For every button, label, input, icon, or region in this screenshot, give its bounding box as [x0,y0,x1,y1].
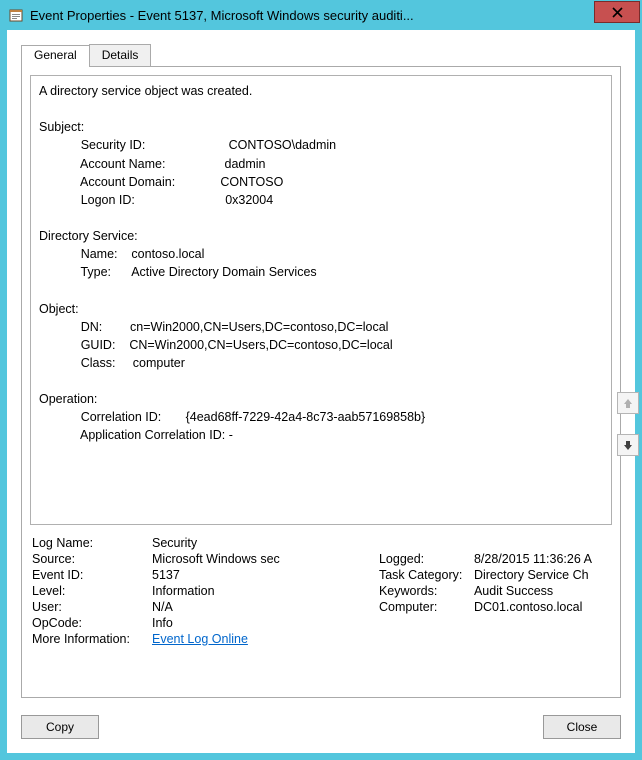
arrow-up-icon [622,397,634,409]
prev-event-button[interactable] [617,392,639,414]
user-value: N/A [150,599,377,615]
close-icon [612,7,623,18]
tab-page-general: A directory service object was created. … [21,66,621,698]
arrow-down-icon [622,439,634,451]
ds-name-label: Name: [81,247,118,261]
ds-type-value: Active Directory Domain Services [131,265,316,279]
desc-op-header: Operation: [39,390,603,408]
client-area: General Details A directory service obje… [7,30,635,753]
desc-ds-header: Directory Service: [39,227,603,245]
event-props-grid: Log Name: Security Source: Microsoft Win… [30,535,612,647]
taskcat-label: Task Category: [377,567,472,583]
obj-class-value: computer [133,356,185,370]
source-label: Source: [30,551,150,567]
app-icon [8,7,24,23]
keywords-value: Audit Success [472,583,612,599]
logname-value: Security [150,535,612,551]
opcode-label: OpCode: [30,615,150,631]
desc-subject-header: Subject: [39,118,603,136]
event-description-panel: A directory service object was created. … [30,75,612,525]
titlebar: Event Properties - Event 5137, Microsoft… [0,0,642,30]
obj-class-label: Class: [81,356,116,370]
subject-logon-value: 0x32004 [225,193,273,207]
op-corr-label: Correlation ID: [81,410,162,424]
subject-acct-label: Account Name: [80,157,165,171]
close-button[interactable]: Close [543,715,621,739]
nav-buttons [617,392,639,456]
keywords-label: Keywords: [377,583,472,599]
window-close-button[interactable] [594,1,640,23]
dialog-buttons: Copy Close [21,715,621,739]
obj-dn-label: DN: [81,320,103,334]
moreinfo-link[interactable]: Event Log Online [152,632,248,646]
logname-label: Log Name: [30,535,150,551]
copy-button[interactable]: Copy [21,715,99,739]
subject-sid-label: Security ID: [81,138,146,152]
obj-dn-value: cn=Win2000,CN=Users,DC=contoso,DC=local [130,320,388,334]
user-label: User: [30,599,150,615]
subject-sid-value: CONTOSO\dadmin [229,138,336,152]
level-label: Level: [30,583,150,599]
subject-logon-label: Logon ID: [81,193,135,207]
desc-summary: A directory service object was created. [39,82,603,100]
obj-guid-label: GUID: [81,338,116,352]
ds-name-value: contoso.local [131,247,204,261]
next-event-button[interactable] [617,434,639,456]
op-corr-value: {4ead68ff-7229-42a4-8c73-aab57169858b} [186,410,426,424]
window-title: Event Properties - Event 5137, Microsoft… [24,8,594,23]
tabstrip: General Details [21,44,621,66]
tab-details[interactable]: Details [89,44,152,66]
subject-domain-value: CONTOSO [220,175,283,189]
subject-acct-value: dadmin [225,157,266,171]
taskcat-value: Directory Service Ch [472,567,612,583]
moreinfo-label: More Information: [30,631,150,647]
level-value: Information [150,583,377,599]
logged-value: 8/28/2015 11:36:26 A [472,551,612,567]
logged-label: Logged: [377,551,472,567]
op-appcorr-value: - [229,428,233,442]
window-frame: Event Properties - Event 5137, Microsoft… [0,0,642,760]
computer-value: DC01.contoso.local [472,599,612,615]
eventid-value: 5137 [150,567,377,583]
opcode-value: Info [150,615,612,631]
computer-label: Computer: [377,599,472,615]
desc-obj-header: Object: [39,300,603,318]
subject-domain-label: Account Domain: [80,175,175,189]
op-appcorr-label: Application Correlation ID: [80,428,225,442]
tab-general[interactable]: General [21,45,90,67]
source-value: Microsoft Windows sec [150,551,377,567]
ds-type-label: Type: [80,265,111,279]
obj-guid-value: CN=Win2000,CN=Users,DC=contoso,DC=local [129,338,392,352]
eventid-label: Event ID: [30,567,150,583]
